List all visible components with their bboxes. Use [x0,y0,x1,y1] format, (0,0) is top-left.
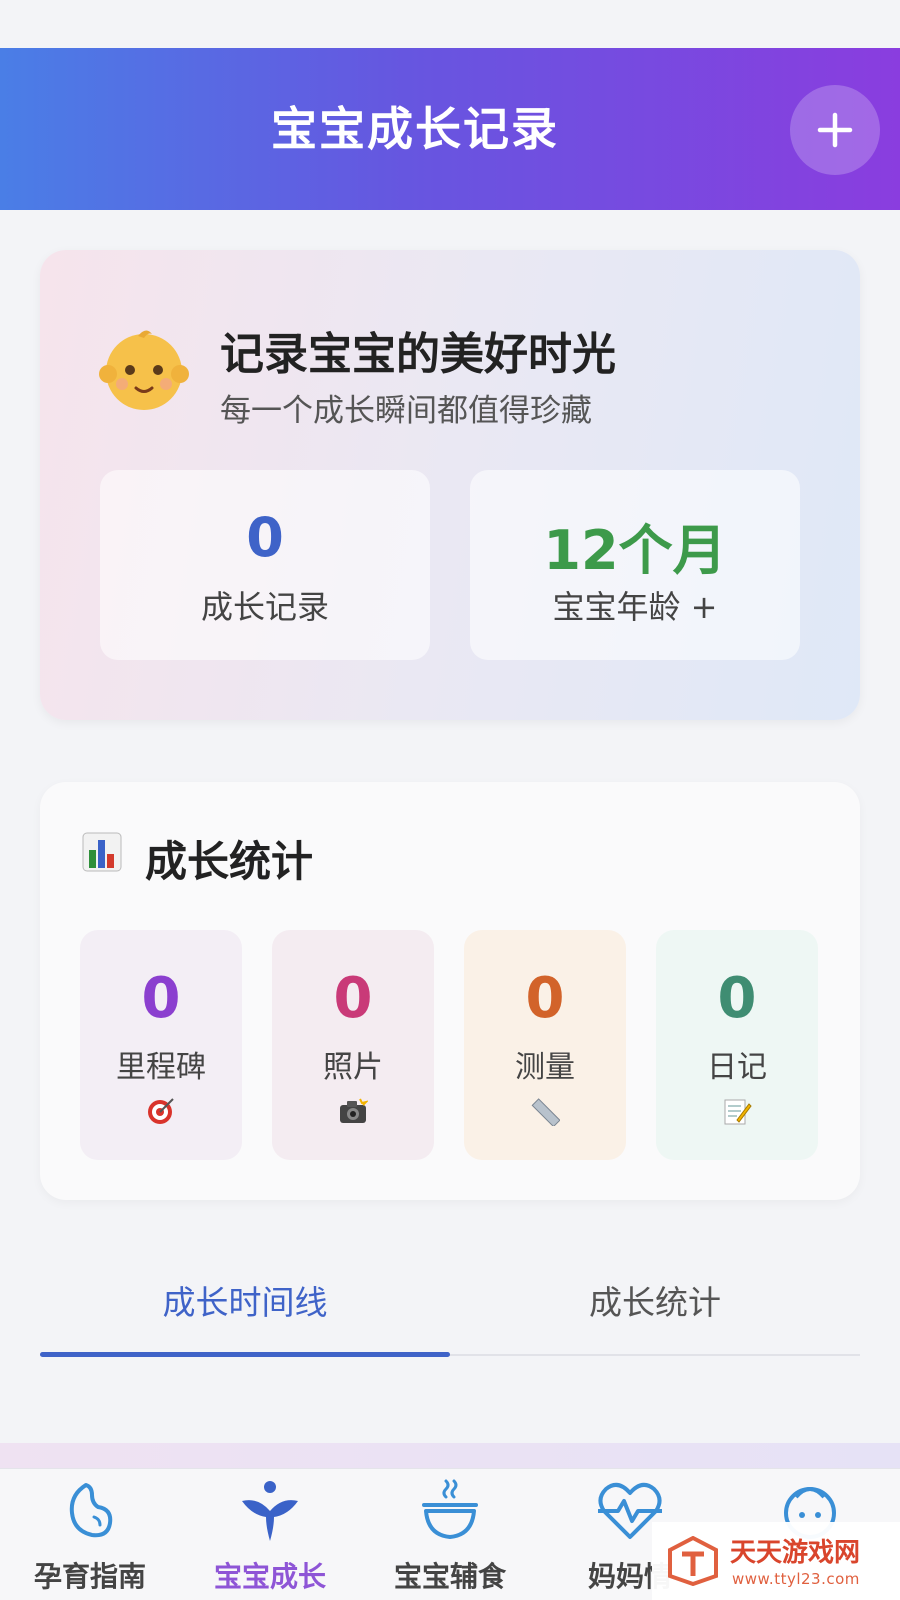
nav-item-pregnancy-guide[interactable]: 孕育指南 [0,1469,180,1600]
record-count-value: 0 [246,506,284,569]
camera-icon [340,1098,368,1123]
nav-label-baby-growth: 宝宝成长 [213,1560,326,1593]
ruler-icon [531,1098,560,1126]
app-header: 宝宝成长记录 [0,48,900,210]
growth-stats-title: 成长统计 [145,837,314,886]
record-count-label: 成长记录 [200,588,329,626]
hero-title: 记录宝宝的美好时光 [220,329,616,380]
milestone-tile[interactable]: 0 里程碑 [80,930,242,1160]
bowl-icon [422,1479,478,1539]
page-title: 宝宝成长记录 [271,102,559,156]
measurement-label: 测量 [515,1050,575,1085]
measurement-tile[interactable]: 0 测量 [464,930,626,1160]
milestone-label: 里程碑 [116,1050,206,1085]
watermark: 天天游戏网 www.ttyl23.com [652,1522,900,1600]
content-peek [0,1443,900,1469]
sprout-icon [242,1481,298,1541]
nav-item-baby-food[interactable]: 宝宝辅食 [360,1469,540,1600]
active-tab-indicator [40,1352,450,1357]
pregnancy-icon [69,1483,113,1538]
baby-age-card[interactable]: 12个月 宝宝年龄 + [470,470,800,660]
milestone-count: 0 [141,966,181,1031]
baby-age-value: 12个月 [543,519,727,582]
diary-tile[interactable]: 0 日记 [656,930,818,1160]
growth-stats-card: 成长统计 0 里程碑 0 照片 0 测量 0 日记 [40,782,860,1200]
diary-count: 0 [717,966,757,1031]
hero-card: 记录宝宝的美好时光 每一个成长瞬间都值得珍藏 0 成长记录 12个月 宝宝年龄 … [40,250,860,720]
watermark-url: www.ttyl23.com [732,1570,860,1588]
nav-item-baby-growth[interactable]: 宝宝成长 [180,1469,360,1600]
target-icon [148,1098,174,1124]
memo-icon [724,1099,752,1125]
plus-icon [817,112,853,148]
tab-growth-stats[interactable]: 成长统计 [450,1268,860,1338]
diary-label: 日记 [707,1050,767,1085]
hero-subtitle: 每一个成长瞬间都值得珍藏 [220,393,592,429]
baby-age-label: 宝宝年龄 + [552,588,718,626]
content-tabs: 成长时间线 成长统计 [40,1268,860,1358]
watermark-logo-icon [668,1536,718,1586]
record-count-card[interactable]: 0 成长记录 [100,470,430,660]
watermark-name: 天天游戏网 [730,1538,861,1568]
photo-label: 照片 [323,1050,383,1085]
add-record-button[interactable] [790,85,880,175]
tab-growth-timeline[interactable]: 成长时间线 [40,1268,450,1338]
photo-count: 0 [333,966,373,1031]
bar-chart-icon [82,832,122,872]
nav-label-pregnancy-guide: 孕育指南 [33,1560,146,1593]
nav-label-baby-food: 宝宝辅食 [393,1560,506,1593]
measurement-count: 0 [525,966,565,1031]
photo-tile[interactable]: 0 照片 [272,930,434,1160]
baby-face-icon [99,330,189,410]
